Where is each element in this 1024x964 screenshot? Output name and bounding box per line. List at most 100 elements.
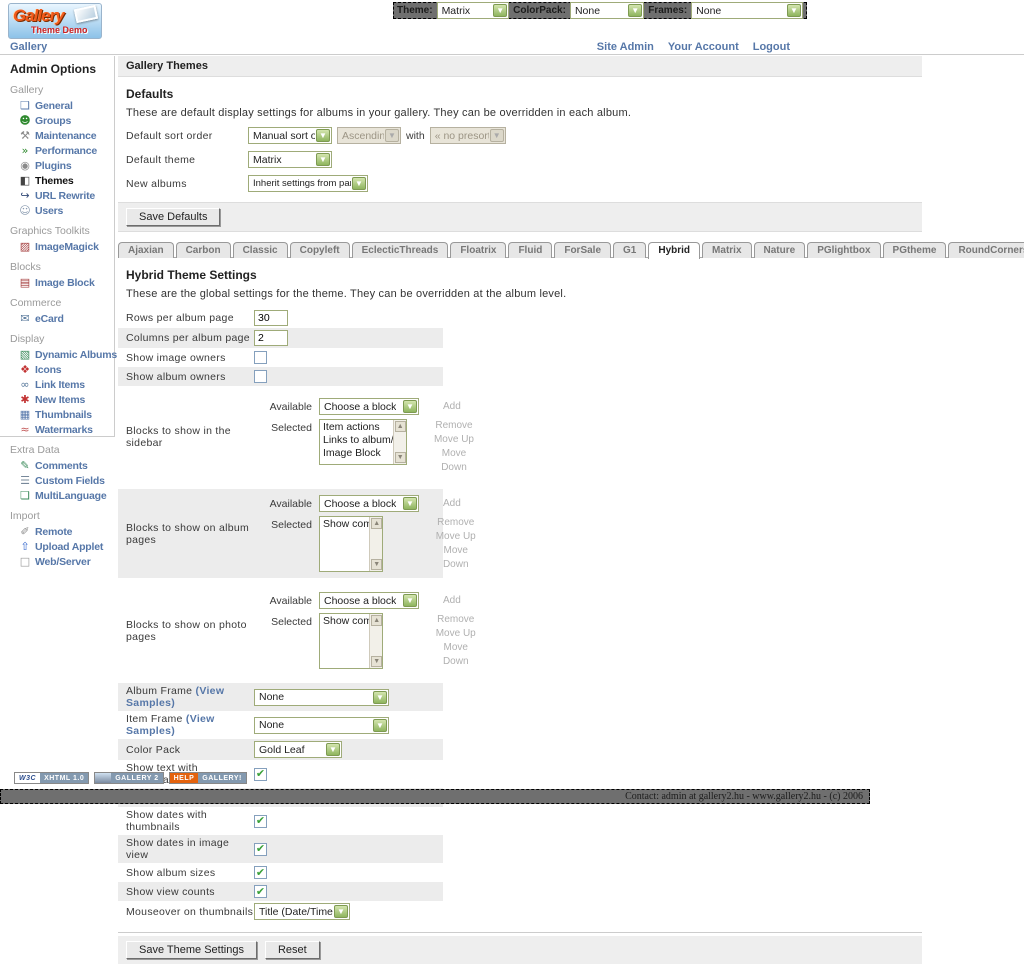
gallery-logo[interactable]: Gallery Theme Demo <box>8 3 102 39</box>
scroll-up-icon[interactable]: ▲ <box>395 421 406 432</box>
tab-carbon[interactable]: Carbon <box>176 242 231 258</box>
save-defaults-button[interactable]: Save Defaults <box>126 208 220 226</box>
tab-classic[interactable]: Classic <box>233 242 288 258</box>
help-gallery-badge[interactable]: HELP GALLERY! <box>169 772 247 784</box>
photo-blocks-choose-select[interactable]: Choose a block ▼ <box>319 592 419 609</box>
show-view-counts-checkbox[interactable]: ✔ <box>254 885 267 898</box>
sidebar-item-upload-applet[interactable]: ⇧Upload Applet <box>10 539 114 554</box>
photo-blocks-movedown-action[interactable]: Move Down <box>433 641 478 669</box>
reset-button[interactable]: Reset <box>265 941 320 959</box>
sidebar-item-imagemagick[interactable]: ▨ImageMagick <box>10 239 114 254</box>
scroll-up-icon[interactable]: ▲ <box>371 518 382 529</box>
sidebar-item-url-rewrite[interactable]: ↪URL Rewrite <box>10 188 114 203</box>
frames-select[interactable]: None ▼ <box>691 2 803 19</box>
show-album-owners-checkbox[interactable]: ✔ <box>254 370 267 383</box>
sidebar-item-maintenance[interactable]: ⚒Maintenance <box>10 128 114 143</box>
sidebar-item-ecard[interactable]: ✉eCard <box>10 311 114 326</box>
color-pack-select[interactable]: Gold Leaf ▼ <box>254 741 342 758</box>
show-dates-thumbs-checkbox[interactable]: ✔ <box>254 815 267 828</box>
tab-g1[interactable]: G1 <box>613 242 646 258</box>
tab-roundcorners[interactable]: RoundCorners <box>948 242 1024 258</box>
mouseover-select[interactable]: Title (Date/Time) ▼ <box>254 903 350 920</box>
listbox-scrollbar[interactable]: ▲ ▼ <box>393 420 406 464</box>
tab-eclecticthreads[interactable]: EclecticThreads <box>352 242 449 258</box>
list-item[interactable]: Image Block <box>323 447 392 460</box>
sidebar-item-themes[interactable]: ◧Themes <box>10 173 114 188</box>
sidebar-item-link-items[interactable]: ∞Link Items <box>10 377 114 392</box>
sidebar-item-thumbnails[interactable]: ▦Thumbnails <box>10 407 114 422</box>
album-frame-select[interactable]: None ▼ <box>254 689 389 706</box>
sidebar-item-users[interactable]: ☺Users <box>10 203 114 218</box>
sidebar-blocks-selected-list[interactable]: Item actionsLinks to album/photo peersIm… <box>319 419 407 465</box>
album-blocks-moveup-action[interactable]: Move Up <box>433 530 478 544</box>
colorpack-select[interactable]: None ▼ <box>570 2 644 19</box>
photo-blocks-moveup-action[interactable]: Move Up <box>433 627 478 641</box>
album-blocks-add-action[interactable]: Add <box>443 495 461 509</box>
sidebar-blocks-choose-select[interactable]: Choose a block ▼ <box>319 398 419 415</box>
your-account-link[interactable]: Your Account <box>668 41 739 53</box>
tab-matrix[interactable]: Matrix <box>702 242 751 258</box>
sidebar-item-remote[interactable]: ✐Remote <box>10 524 114 539</box>
sidebar-item-image-block[interactable]: ▤Image Block <box>10 275 114 290</box>
gallery2-badge[interactable]: GALLERY 2 <box>94 772 163 784</box>
rows-per-page-input[interactable] <box>254 310 288 326</box>
cols-per-page-input[interactable] <box>254 330 288 346</box>
sidebar-item-new-items[interactable]: ✱New Items <box>10 392 114 407</box>
w3c-xhtml-badge[interactable]: W3C XHTML 1.0 <box>14 772 89 784</box>
sidebar-blocks-add-action[interactable]: Add <box>443 398 461 412</box>
photo-blocks-remove-action[interactable]: Remove <box>433 613 478 627</box>
album-blocks-choose-select[interactable]: Choose a block ▼ <box>319 495 419 512</box>
tab-floatrix[interactable]: Floatrix <box>450 242 506 258</box>
photo-blocks-add-action[interactable]: Add <box>443 592 461 606</box>
sidebar-item-performance[interactable]: »Performance <box>10 143 114 158</box>
sidebar-blocks-remove-action[interactable]: Remove <box>431 419 478 433</box>
list-item[interactable]: Item actions <box>323 421 392 434</box>
tab-nature[interactable]: Nature <box>754 242 806 258</box>
sidebar-item-general[interactable]: ❑General <box>10 98 114 113</box>
album-blocks-movedown-action[interactable]: Move Down <box>433 544 478 572</box>
sidebar-item-dynamic-albums[interactable]: ▧Dynamic Albums <box>10 347 114 362</box>
site-admin-link[interactable]: Site Admin <box>597 41 654 53</box>
tab-pglightbox[interactable]: PGlightbox <box>807 242 880 258</box>
album-blocks-remove-action[interactable]: Remove <box>433 516 478 530</box>
item-frame-select[interactable]: None ▼ <box>254 717 389 734</box>
sidebar-item-icons[interactable]: ❖Icons <box>10 362 114 377</box>
scroll-up-icon[interactable]: ▲ <box>371 615 382 626</box>
scroll-down-icon[interactable]: ▼ <box>395 452 406 463</box>
sidebar-item-custom-fields[interactable]: ☰Custom Fields <box>10 473 114 488</box>
tab-hybrid[interactable]: Hybrid <box>648 242 700 259</box>
sidebar-item-plugins[interactable]: ◉Plugins <box>10 158 114 173</box>
list-item[interactable]: Show comments <box>323 615 368 628</box>
scroll-down-icon[interactable]: ▼ <box>371 559 382 570</box>
new-albums-select[interactable]: Inherit settings from parent album ▼ <box>248 175 368 192</box>
show-image-owners-checkbox[interactable]: ✔ <box>254 351 267 364</box>
save-theme-settings-button[interactable]: Save Theme Settings <box>126 941 257 959</box>
listbox-scrollbar[interactable]: ▲ ▼ <box>369 517 382 571</box>
album-blocks-selected-list[interactable]: Show comments ▲ ▼ <box>319 516 383 572</box>
show-dates-image-checkbox[interactable]: ✔ <box>254 843 267 856</box>
logout-link[interactable]: Logout <box>753 41 790 53</box>
sidebar-blocks-moveup-action[interactable]: Move Up <box>431 433 478 447</box>
sidebar-item-groups[interactable]: ☻Groups <box>10 113 114 128</box>
sort-order-select[interactable]: Manual sort order ▼ <box>248 127 332 144</box>
photo-blocks-selected-list[interactable]: Show comments ▲ ▼ <box>319 613 383 669</box>
scroll-down-icon[interactable]: ▼ <box>371 656 382 667</box>
tab-ajaxian[interactable]: Ajaxian <box>118 242 174 258</box>
tab-fluid[interactable]: Fluid <box>508 242 552 258</box>
sidebar-item-comments[interactable]: ✎Comments <box>10 458 114 473</box>
sidebar-item-watermarks[interactable]: ≈Watermarks <box>10 422 114 437</box>
show-album-sizes-checkbox[interactable]: ✔ <box>254 866 267 879</box>
listbox-scrollbar[interactable]: ▲ ▼ <box>369 614 382 668</box>
list-item[interactable]: Show comments <box>323 518 368 531</box>
list-item[interactable]: Links to album/photo peers <box>323 434 392 447</box>
default-theme-select[interactable]: Matrix ▼ <box>248 151 332 168</box>
breadcrumb-gallery-link[interactable]: Gallery <box>10 41 47 53</box>
tab-forsale[interactable]: ForSale <box>554 242 611 258</box>
tab-copyleft[interactable]: Copyleft <box>290 242 350 258</box>
show-text-thumbs-checkbox[interactable]: ✔ <box>254 768 267 781</box>
sidebar-item-multilanguage[interactable]: ❏MultiLanguage <box>10 488 114 503</box>
sidebar-item-web-server[interactable]: □Web/Server <box>10 554 114 569</box>
tab-pgtheme[interactable]: PGtheme <box>883 242 947 258</box>
sidebar-blocks-movedown-action[interactable]: Move Down <box>431 447 478 475</box>
theme-select[interactable]: Matrix ▼ <box>437 2 510 19</box>
